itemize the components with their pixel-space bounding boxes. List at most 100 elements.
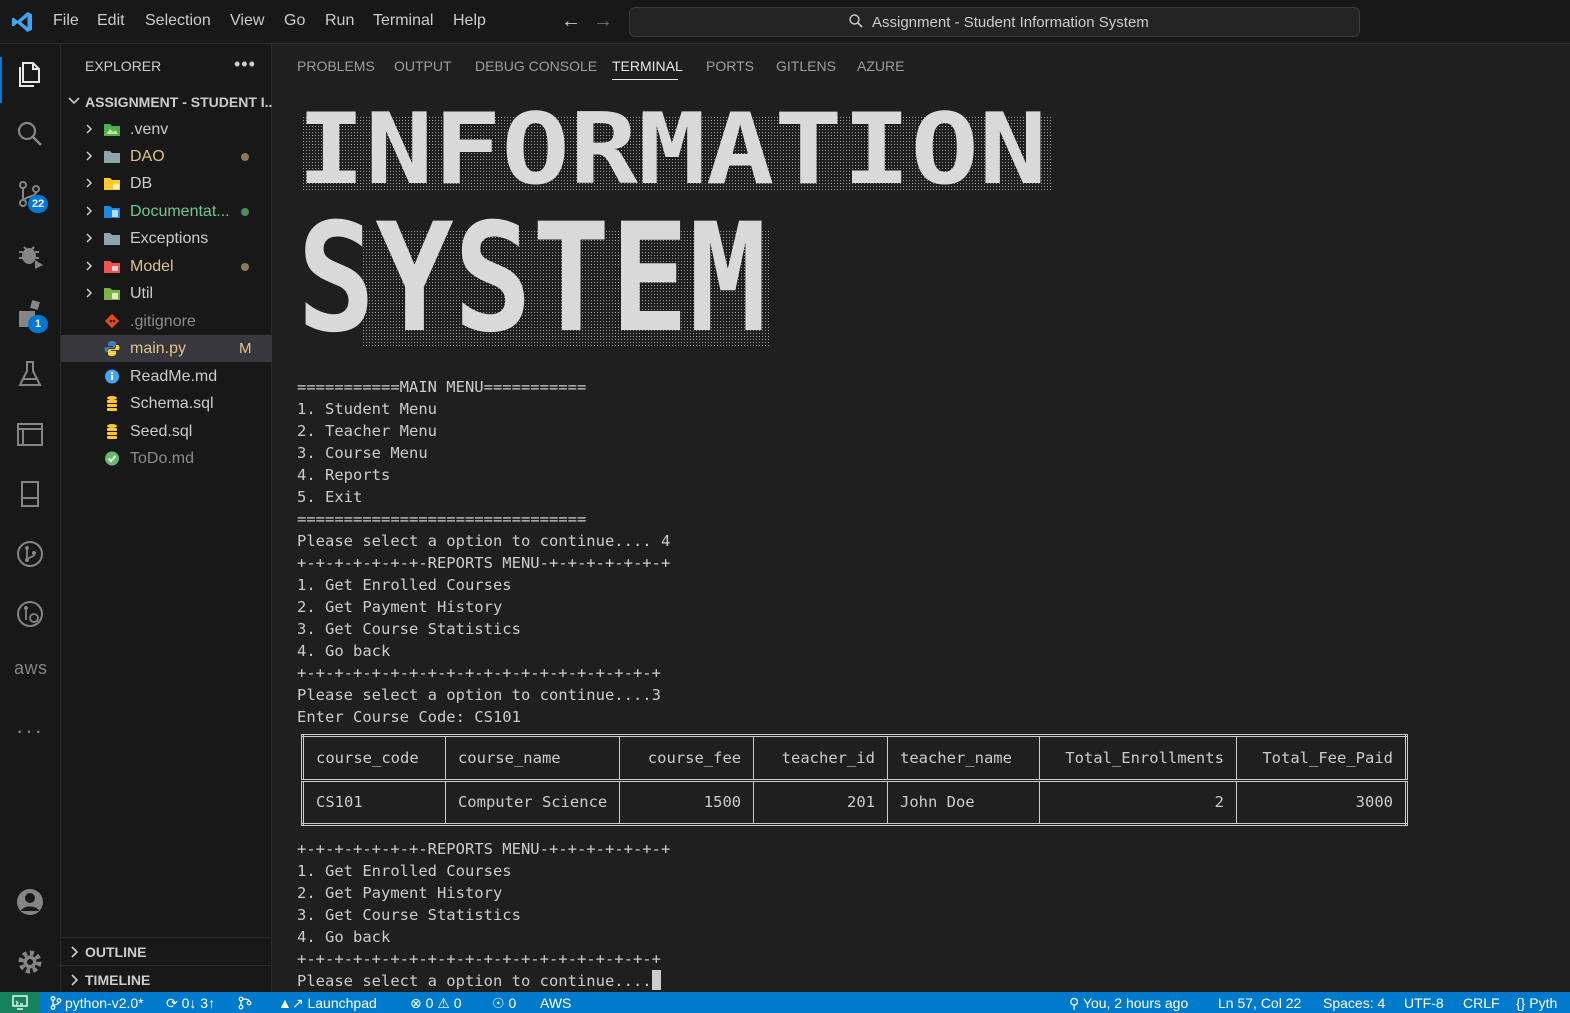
tree-folder-venv[interactable]: .venv (61, 116, 272, 143)
tab-terminal[interactable]: TERMINAL (612, 58, 683, 74)
table-cell: 1500 (619, 779, 755, 825)
eol-status[interactable]: CRLF (1463, 995, 1500, 1011)
extensions-badge: 1 (28, 315, 48, 333)
run-debug-icon[interactable] (14, 238, 46, 270)
terminal-line: +-+-+-+-+-+-+-+-+-+-+-+-+-+-+-+-+-+-+-+ (297, 950, 661, 968)
testing-flask-icon[interactable] (14, 358, 46, 390)
aws-icon[interactable]: aws (14, 658, 48, 679)
terminal-line: 2. Teacher Menu (297, 422, 437, 440)
back-arrow-icon[interactable]: ← (561, 10, 581, 33)
table-header-cell: teacher_name (886, 735, 1040, 782)
explorer-files-icon[interactable] (14, 58, 46, 90)
menu-selection[interactable]: Selection (145, 12, 211, 30)
branch-status[interactable]: python-v2.0* (50, 995, 144, 1011)
gitlens-icon[interactable] (14, 538, 46, 570)
rocket-icon: ▲↗ (278, 995, 308, 1011)
menu-go[interactable]: Go (284, 12, 305, 30)
command-center-search[interactable]: Assignment - Student Information System (629, 7, 1360, 37)
workspace-folder-label: ASSIGNMENT - STUDENT I... (85, 94, 277, 110)
workspace-folder-header[interactable]: ASSIGNMENT - STUDENT I... (61, 90, 276, 114)
menu-view[interactable]: View (230, 12, 264, 30)
launchpad-label: Launchpad (307, 995, 377, 1011)
search-icon[interactable] (14, 118, 46, 150)
checkmark-circle-icon (105, 451, 119, 466)
folder-database-icon (104, 178, 120, 190)
chevron-right-icon (86, 178, 93, 188)
svg-text:SYSTEM: SYSTEM (297, 192, 767, 348)
source-control-badge: 22 (28, 195, 49, 213)
outline-label: OUTLINE (85, 944, 147, 960)
ports-status[interactable]: ☉ 0 (492, 995, 516, 1012)
info-icon (105, 369, 119, 384)
more-actions-icon[interactable]: ••• (234, 54, 256, 75)
remote-indicator-button[interactable] (0, 992, 40, 1013)
timeline-section-header[interactable]: TIMELINE (61, 965, 272, 993)
launchpad-status[interactable]: ▲↗ Launchpad (278, 995, 377, 1012)
account-icon[interactable] (14, 886, 46, 918)
language-label: Pyth (1529, 995, 1558, 1011)
sync-counts: 0↓ 3↑ (181, 995, 216, 1011)
menu-help[interactable]: Help (453, 12, 486, 30)
table-header-cell: teacher_id (753, 735, 888, 782)
settings-gear-icon[interactable] (14, 946, 46, 978)
sync-status[interactable]: ⟳ 0↓ 3↑ (166, 995, 215, 1012)
terminal-line: ===========MAIN MENU=========== (297, 378, 587, 396)
sync-icon: ⟳ (166, 995, 182, 1011)
encoding-status[interactable]: UTF-8 (1404, 995, 1444, 1011)
title-bar: File Edit Selection View Go Run Terminal… (0, 0, 1570, 44)
table-row: CS101 Computer Science 1500 201 John Doe… (302, 779, 1408, 825)
tree-label: DB (130, 175, 153, 192)
gitlens-inspect-icon[interactable] (14, 598, 46, 630)
menu-terminal[interactable]: Terminal (373, 12, 433, 30)
table-header-cell: course_name (444, 735, 621, 782)
terminal-line: Please select a option to continue.... 4 (297, 532, 671, 550)
tree-folder-dao[interactable]: DAO (61, 143, 272, 170)
tree-folder-documentation[interactable]: Documentat... (61, 198, 272, 225)
tab-azure[interactable]: AZURE (857, 58, 904, 74)
terminal-line: 1. Get Enrolled Courses (297, 576, 512, 594)
folder-docs-icon (104, 206, 120, 218)
activity-bar: 22 1 aws ··· (0, 44, 61, 992)
tree-folder-db[interactable]: DB (61, 170, 272, 197)
terminal-line: 1. Student Menu (297, 400, 437, 418)
tree-label: Model (130, 258, 174, 275)
tree-file-seed-sql[interactable]: Seed.sql (61, 418, 272, 445)
outline-section-header[interactable]: OUTLINE (61, 937, 272, 965)
terminal-line: 3. Get Course Statistics (297, 906, 521, 924)
active-tab-underline (612, 79, 678, 80)
tab-gitlens[interactable]: GITLENS (776, 58, 836, 74)
tab-debug-console[interactable]: DEBUG CONSOLE (475, 58, 597, 74)
tree-file-schema-sql[interactable]: Schema.sql (61, 390, 272, 417)
status-bar: python-v2.0* ⟳ 0↓ 3↑ ▲↗ Launchpad ⊗ 0 ⚠ … (0, 992, 1570, 1013)
tree-file-todo[interactable]: ToDo.md (61, 445, 272, 472)
chevron-right-icon (71, 946, 79, 958)
tree-file-main-py[interactable]: main.py M (61, 335, 272, 362)
more-icon[interactable]: ··· (16, 718, 44, 744)
error-icon: ⊗ (410, 995, 426, 1011)
menu-file[interactable]: File (53, 12, 79, 30)
tab-problems[interactable]: PROBLEMS (297, 58, 375, 74)
tab-ports[interactable]: PORTS (706, 58, 754, 74)
language-mode[interactable]: {} Pyth (1516, 995, 1557, 1011)
tree-folder-exceptions[interactable]: Exceptions (61, 225, 272, 252)
menu-edit[interactable]: Edit (97, 12, 125, 30)
forward-arrow-icon[interactable]: → (593, 10, 613, 33)
blame-status[interactable]: ⚲ You, 2 hours ago (1069, 995, 1188, 1012)
pages-icon[interactable] (14, 478, 46, 510)
tree-file-gitignore[interactable]: .gitignore (61, 308, 272, 335)
gitlens-graph-icon[interactable] (238, 995, 255, 1011)
folder-venv-icon (104, 124, 120, 136)
explorer-title: EXPLORER (85, 58, 162, 74)
remote-explorer-icon[interactable] (14, 418, 46, 450)
terminal-cursor[interactable] (651, 970, 661, 990)
indentation-status[interactable]: Spaces: 4 (1323, 995, 1385, 1011)
problems-status[interactable]: ⊗ 0 ⚠ 0 (410, 995, 462, 1012)
tree-folder-util[interactable]: Util (61, 280, 272, 307)
menu-run[interactable]: Run (325, 12, 354, 30)
tab-output[interactable]: OUTPUT (394, 58, 452, 74)
cursor-position[interactable]: Ln 57, Col 22 (1218, 995, 1301, 1011)
terminal-output[interactable]: INFORMATION SYSTEM ===========MAIN MENU=… (297, 102, 1557, 992)
tree-file-readme[interactable]: ReadMe.md (61, 363, 272, 390)
aws-status[interactable]: AWS (540, 995, 571, 1011)
tree-folder-model[interactable]: Model (61, 253, 272, 280)
